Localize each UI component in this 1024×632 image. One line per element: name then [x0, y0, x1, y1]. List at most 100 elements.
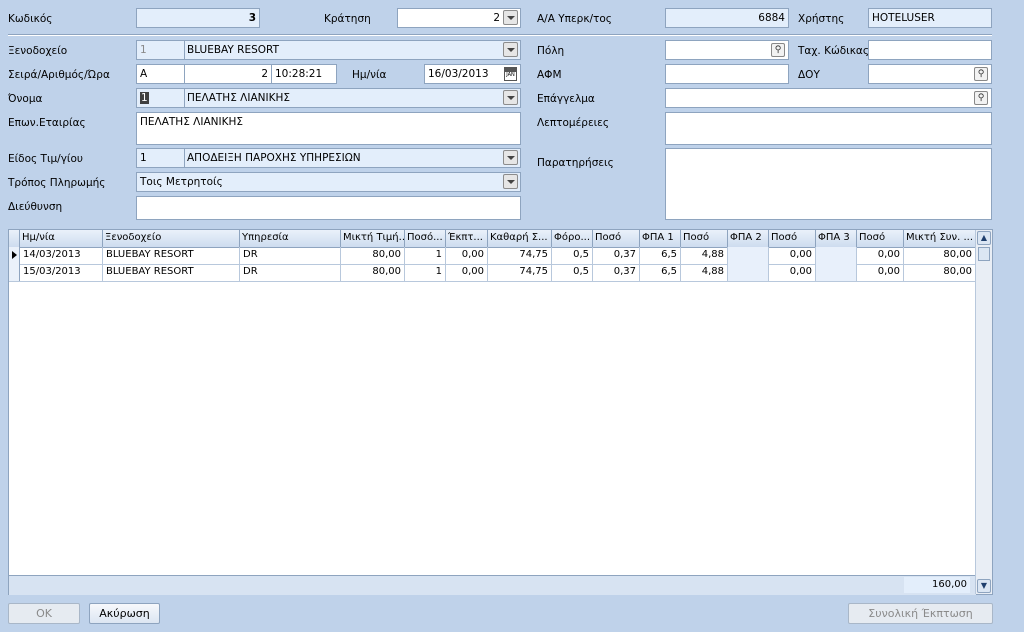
column-header[interactable]: Καθαρή Σ...	[488, 230, 552, 247]
taxoffice-field[interactable]: ⚲	[868, 64, 992, 84]
column-header[interactable]: Μικτή Συν. ...	[904, 230, 976, 247]
chevron-down-icon[interactable]	[503, 174, 518, 189]
booking-combo[interactable]: 2	[397, 8, 521, 28]
payment-combo[interactable]: Τοις Μετρητοίς	[136, 172, 521, 192]
payment-label: Τρόπος Πληρωμής	[8, 177, 106, 189]
chevron-down-icon[interactable]	[503, 10, 518, 25]
table-cell[interactable]: 0,00	[446, 247, 488, 264]
table-cell[interactable]: 0,37	[593, 247, 640, 264]
time-field[interactable]: 10:28:21	[271, 64, 337, 84]
table-cell[interactable]	[728, 264, 769, 281]
voucher-field[interactable]: 6884	[665, 8, 789, 28]
table-cell[interactable]: 80,00	[904, 247, 976, 264]
table-cell[interactable]	[728, 247, 769, 264]
column-header[interactable]: Έκπτ...	[446, 230, 488, 247]
scroll-up-icon[interactable]: ▲	[977, 231, 991, 245]
grid-header: Ημ/νία Ξενοδοχείο Υπηρεσία Μικτή Τιμή... Ποσ…	[9, 230, 976, 248]
lookup-icon[interactable]: ⚲	[974, 67, 988, 81]
column-header[interactable]: ΦΠΑ 1	[640, 230, 681, 247]
current-row-indicator-icon[interactable]	[9, 247, 20, 264]
chevron-down-icon[interactable]	[503, 42, 518, 57]
table-cell[interactable]: DR	[240, 247, 341, 264]
doctype-label: Είδος Τιμ/γίου	[8, 153, 83, 165]
lookup-icon[interactable]: ⚲	[771, 43, 785, 57]
name-value: ΠΕΛΑΤΗΣ ΛΙΑΝΙΚΗΣ	[187, 92, 291, 104]
number-field[interactable]: 2	[184, 64, 272, 84]
table-cell[interactable]	[816, 247, 857, 264]
column-header[interactable]: Μικτή Τιμή...	[341, 230, 405, 247]
table-cell[interactable]: 1	[405, 264, 446, 281]
vat-field[interactable]	[665, 64, 789, 84]
table-cell[interactable]	[816, 264, 857, 281]
table-cell[interactable]: 74,75	[488, 264, 552, 281]
table-cell[interactable]: 0,5	[552, 247, 593, 264]
vertical-scrollbar[interactable]: ▲ ▼	[975, 230, 992, 594]
table-cell[interactable]: 6,5	[640, 264, 681, 281]
name-combo[interactable]: 1 ΠΕΛΑΤΗΣ ΛΙΑΝΙΚΗΣ	[136, 88, 521, 108]
invoice-lines-grid[interactable]: Ημ/νία Ξενοδοχείο Υπηρεσία Μικτή Τιμή... Ποσ…	[8, 229, 993, 595]
column-header[interactable]: Ξενοδοχείο	[103, 230, 240, 247]
table-cell[interactable]: 0,5	[552, 264, 593, 281]
notes-field[interactable]	[665, 148, 992, 220]
doctype-combo[interactable]: 1 ΑΠΟΔΕΙΞΗ ΠΑΡΟΧΗΣ ΥΠΗΡΕΣΙΩΝ	[136, 148, 521, 168]
table-cell[interactable]: DR	[240, 264, 341, 281]
column-header[interactable]: Ποσό	[857, 230, 904, 247]
city-field[interactable]: ⚲	[665, 40, 789, 60]
table-cell[interactable]: 14/03/2013	[20, 247, 103, 264]
column-header[interactable]: Ημ/νία	[20, 230, 103, 247]
code-field[interactable]: 3	[136, 8, 260, 28]
profession-field[interactable]: ⚲	[665, 88, 992, 108]
date-label: Ημ/νία	[352, 69, 387, 81]
table-cell[interactable]: 6,5	[640, 247, 681, 264]
total-discount-button[interactable]: Συνολική Έκπτωση	[848, 603, 993, 624]
chevron-down-icon[interactable]	[503, 150, 518, 165]
name-code: 1	[140, 92, 149, 104]
calendar-icon[interactable]: JAN	[504, 67, 517, 81]
column-header[interactable]: Υπηρεσία	[240, 230, 341, 247]
table-cell[interactable]: 0,37	[593, 264, 640, 281]
table-cell[interactable]: 0,00	[857, 247, 904, 264]
table-cell[interactable]: 4,88	[681, 264, 728, 281]
column-header[interactable]: Ποσό	[593, 230, 640, 247]
column-header[interactable]: Ποσό	[681, 230, 728, 247]
table-cell[interactable]: 0,00	[769, 264, 816, 281]
column-header[interactable]: Ποσό...	[405, 230, 446, 247]
column-header[interactable]: Φόρο...	[552, 230, 593, 247]
table-cell[interactable]: 74,75	[488, 247, 552, 264]
table-cell[interactable]: 0,00	[769, 247, 816, 264]
table-cell[interactable]: 15/03/2013	[20, 264, 103, 281]
zip-label: Ταχ. Κώδικας	[798, 45, 870, 57]
table-cell[interactable]: 80,00	[341, 247, 405, 264]
table-cell[interactable]: 4,88	[681, 247, 728, 264]
table-cell[interactable]: 0,00	[446, 264, 488, 281]
scroll-down-icon[interactable]: ▼	[977, 579, 991, 593]
ok-button[interactable]: OK	[8, 603, 80, 624]
column-header[interactable]: ΦΠΑ 3	[816, 230, 857, 247]
column-header[interactable]: ΦΠΑ 2	[728, 230, 769, 247]
series-field[interactable]: A	[136, 64, 185, 84]
row-indicator[interactable]	[9, 264, 20, 281]
taxoffice-label: ΔΟΥ	[798, 69, 820, 81]
table-cell[interactable]: 80,00	[904, 264, 976, 281]
address-field[interactable]	[136, 196, 521, 220]
table-cell[interactable]: 80,00	[341, 264, 405, 281]
lookup-icon[interactable]: ⚲	[974, 91, 988, 105]
voucher-label: Α/Α Υπερκ/τος	[537, 13, 612, 25]
cancel-button[interactable]: Ακύρωση	[89, 603, 160, 624]
column-header[interactable]: Ποσό	[769, 230, 816, 247]
date-field[interactable]: 16/03/2013 JAN	[424, 64, 521, 84]
scroll-thumb[interactable]	[978, 247, 990, 261]
company-field[interactable]: ΠΕΛΑΤΗΣ ΛΙΑΝΙΚΗΣ	[136, 112, 521, 145]
details-field[interactable]	[665, 112, 992, 145]
user-field[interactable]: HOTELUSER	[868, 8, 992, 28]
chevron-down-icon[interactable]	[503, 90, 518, 105]
details-label: Λεπτομέρειες	[537, 117, 610, 129]
table-cell[interactable]: BLUEBAY RESORT	[103, 264, 240, 281]
table-cell[interactable]: BLUEBAY RESORT	[103, 247, 240, 264]
table-cell[interactable]: 1	[405, 247, 446, 264]
table-row[interactable]: 15/03/2013 BLUEBAY RESORT DR 80,00 1 0,00 74,7…	[9, 264, 976, 282]
hotel-combo[interactable]: 1 BLUEBAY RESORT	[136, 40, 521, 60]
table-row[interactable]: 14/03/2013 BLUEBAY RESORT DR 80,00 1 0,00 74,7…	[9, 247, 976, 265]
table-cell[interactable]: 0,00	[857, 264, 904, 281]
zip-field[interactable]	[868, 40, 992, 60]
